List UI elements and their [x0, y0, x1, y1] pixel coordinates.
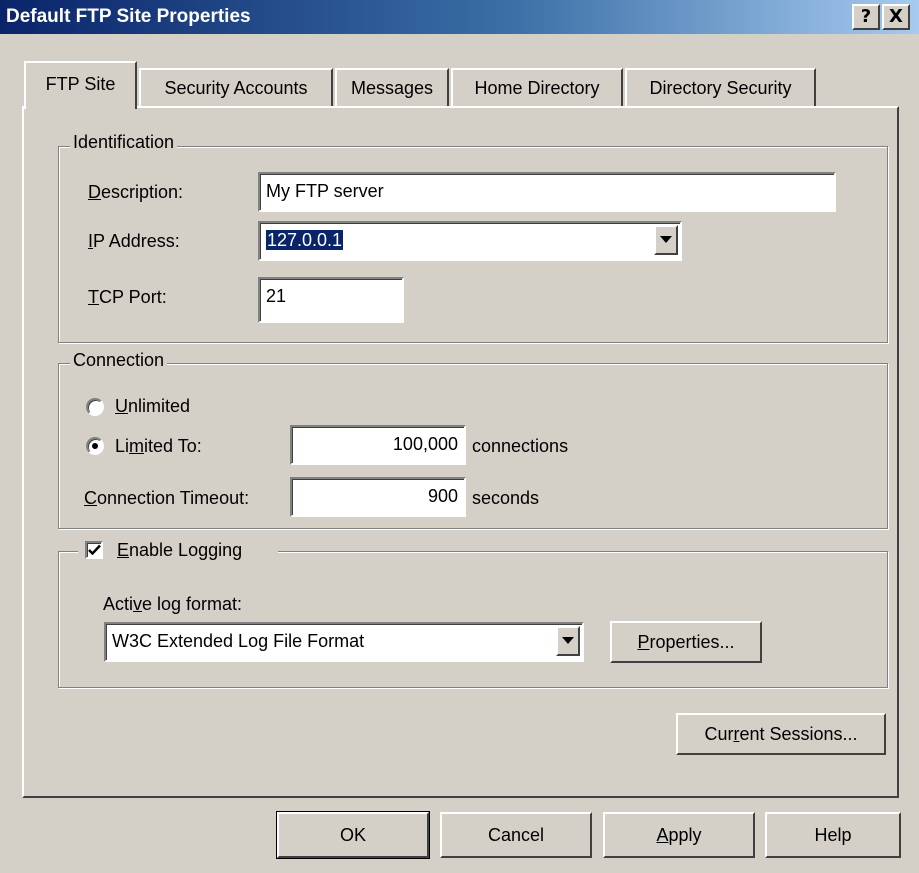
max-connections-field[interactable]: 100,000: [290, 425, 466, 465]
ok-button[interactable]: OK: [276, 811, 430, 859]
log-format-dropdown[interactable]: W3C Extended Log File Format: [104, 622, 584, 662]
connection-legend: Connection: [70, 350, 168, 371]
unlimited-radio[interactable]: [86, 398, 104, 416]
limited-to-radio[interactable]: [86, 437, 104, 455]
current-sessions-button[interactable]: Current Sessions...: [676, 713, 886, 755]
checkmark-icon: [88, 544, 101, 556]
tab-security-accounts[interactable]: Security Accounts: [139, 68, 333, 107]
connection-timeout-label: Connection Timeout:: [84, 488, 250, 508]
tab-home-directory[interactable]: Home Directory: [451, 68, 623, 107]
tab-label: Security Accounts: [164, 78, 308, 98]
dropdown-arrow-icon[interactable]: [556, 626, 580, 656]
unlimited-label: Unlimited: [115, 396, 191, 416]
tab-label: Home Directory: [474, 78, 600, 98]
identification-legend: Identification: [70, 132, 178, 153]
window-title: Default FTP Site Properties: [6, 6, 251, 27]
connections-unit-label: connections: [472, 436, 569, 456]
log-format-value: W3C Extended Log File Format: [112, 631, 365, 651]
close-icon[interactable]: X: [882, 4, 910, 30]
tcp-port-field[interactable]: 21: [258, 277, 404, 323]
tab-label: Directory Security: [649, 78, 792, 98]
dropdown-arrow-icon[interactable]: [654, 225, 678, 255]
properties-button[interactable]: Properties...: [610, 621, 762, 663]
limited-to-label: Limited To:: [115, 436, 202, 456]
tab-messages[interactable]: Messages: [335, 68, 449, 107]
cancel-button[interactable]: Cancel: [440, 812, 592, 858]
apply-button[interactable]: Apply: [603, 812, 755, 858]
radio-selected-dot: [92, 443, 98, 449]
title-bar: Default FTP Site Properties ? X: [0, 0, 919, 34]
tab-label: FTP Site: [45, 74, 116, 94]
help-button[interactable]: Help: [765, 812, 901, 858]
tab-ftp-site[interactable]: FTP Site: [24, 61, 137, 109]
ip-address-dropdown[interactable]: 127.0.0.1: [258, 221, 682, 261]
description-field[interactable]: My FTP server: [258, 172, 836, 212]
ip-address-value: 127.0.0.1: [266, 230, 344, 250]
tab-label: Messages: [350, 78, 434, 98]
active-log-format-label: Active log format:: [103, 594, 243, 614]
connection-timeout-field[interactable]: 900: [290, 477, 466, 517]
enable-logging-label[interactable]: Enable Logging: [117, 540, 242, 561]
help-icon[interactable]: ?: [852, 4, 880, 30]
description-label: Description:: [88, 182, 184, 202]
seconds-unit-label: seconds: [472, 488, 540, 508]
enable-logging-checkbox[interactable]: [85, 541, 103, 559]
ip-address-label: IP Address:: [88, 231, 180, 251]
tcp-port-label: TCP Port:: [88, 287, 167, 307]
tab-directory-security[interactable]: Directory Security: [625, 68, 816, 107]
logging-group: [58, 551, 888, 688]
